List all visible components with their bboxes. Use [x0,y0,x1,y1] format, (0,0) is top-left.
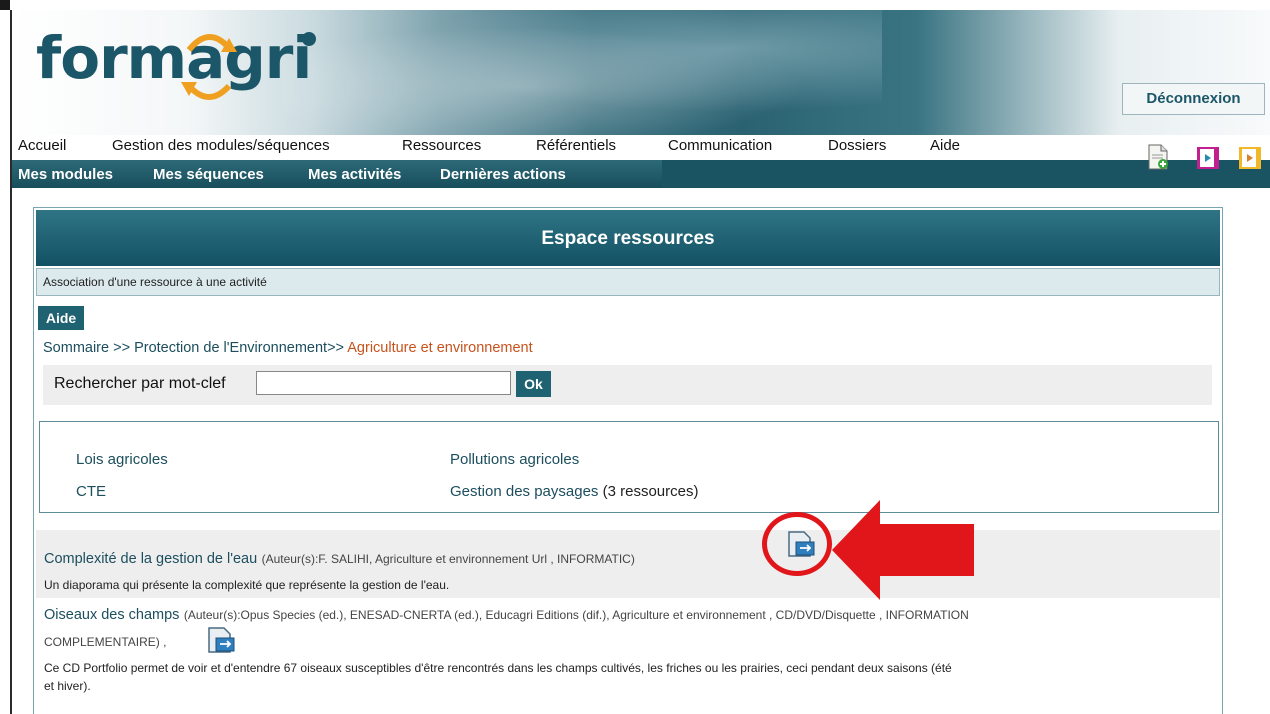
book-open-icon[interactable] [1238,144,1262,170]
resource-meta-tail: ) [630,552,635,566]
nav-item-accueil[interactable]: Accueil [18,137,66,154]
resource-header: Complexité de la gestion de l'eau (Auteu… [44,550,635,568]
resource-item: Oiseaux des champs (Auteur(s):Opus Speci… [36,601,1220,714]
main-navigation: Accueil Gestion des modules/séquences Re… [12,135,1270,159]
nav-item-dossiers[interactable]: Dossiers [828,137,886,154]
annotation-arrow-icon [832,500,974,600]
resource-description-line2: et hiver). [44,677,91,695]
annotation-circle [762,512,832,576]
breadcrumb: Sommaire >> Protection de l'Environnemen… [43,340,533,356]
resource-meta: (Auteur(s):Opus Species (ed.), ENESAD-CN… [183,608,969,622]
search-ok-button[interactable]: Ok [516,371,551,397]
sub-navigation: Mes modules Mes séquences Mes activités … [12,160,1270,188]
formagri-logo: formagri [36,24,312,92]
resource-meta-line2: COMPLEMENTAIRE) , [44,633,166,651]
subnav-item-dernieres-actions[interactable]: Dernières actions [440,166,566,183]
search-label: Rechercher par mot-clef [54,375,226,392]
resource-meta-line2-text: COMPLEMENTAIRE) , [44,635,167,649]
breadcrumb-protection[interactable]: Protection de l'Environnement [134,340,327,356]
logout-button[interactable]: Déconnexion [1122,83,1265,115]
resource-description: Ce CD Portfolio permet de voir et d'ente… [44,659,952,677]
logo-arrows-icon [181,34,237,100]
resource-header: Oiseaux des champs (Auteur(s):Opus Speci… [44,606,969,624]
category-lois-agricoles[interactable]: Lois agricoles [76,451,168,468]
document-add-icon[interactable] [1146,144,1170,170]
header-banner: formagri Déconnexion [12,10,1270,138]
panel-title: Espace ressources [36,210,1220,266]
category-pollutions-agricoles[interactable]: Pollutions agricoles [450,451,579,468]
resource-meta: (Auteur(s):F. SALIHI, Agriculture et env… [261,552,631,566]
book-icon[interactable] [1196,144,1220,170]
subnav-item-mes-modules[interactable]: Mes modules [18,166,113,183]
breadcrumb-sommaire[interactable]: Sommaire [43,340,109,356]
aide-button[interactable]: Aide [38,306,84,330]
category-gestion-paysages: Gestion des paysages (3 ressources) [450,483,698,500]
logo-dot [302,32,316,46]
subnav-item-mes-activites[interactable]: Mes activités [308,166,401,183]
nav-item-aide[interactable]: Aide [930,137,960,154]
category-gestion-paysages-link[interactable]: Gestion des paysages [450,483,598,500]
category-count: (3 ressources) [602,483,699,500]
associate-resource-icon[interactable] [206,626,236,654]
nav-item-communication[interactable]: Communication [668,137,772,154]
categories-box: Lois agricoles CTE Pollutions agricoles … [39,421,1219,513]
resource-description-text-2: et hiver). [44,679,91,693]
breadcrumb-current: Agriculture et environnement [347,340,533,356]
subnav-background [662,160,1270,188]
resource-description-text: Ce CD Portfolio permet de voir et d'ente… [44,661,952,675]
breadcrumb-separator: >> [113,340,131,356]
resource-title[interactable]: Oiseaux des champs [44,607,179,623]
nav-item-referentiels[interactable]: Référentiels [536,137,616,154]
nav-item-gestion-modules[interactable]: Gestion des modules/séquences [112,137,330,154]
search-box: Rechercher par mot-clef Ok [43,365,1212,405]
subnav-item-mes-sequences[interactable]: Mes séquences [153,166,264,183]
category-cte[interactable]: CTE [76,483,106,500]
breadcrumb-separator: >> [327,340,345,356]
association-bar: Association d'une ressource à une activi… [36,268,1220,296]
search-input[interactable] [256,371,511,395]
resource-title[interactable]: Complexité de la gestion de l'eau [44,551,257,567]
resource-item: Complexité de la gestion de l'eau (Auteu… [36,530,1220,598]
resources-panel: Espace ressources Association d'une ress… [33,207,1223,714]
page-corner [0,0,10,10]
resource-description: Un diaporama qui présente la complexité … [44,576,449,594]
nav-item-ressources[interactable]: Ressources [402,137,481,154]
resource-description-text: Un diaporama qui présente la complexité … [44,578,450,592]
header-background-image [282,10,882,138]
